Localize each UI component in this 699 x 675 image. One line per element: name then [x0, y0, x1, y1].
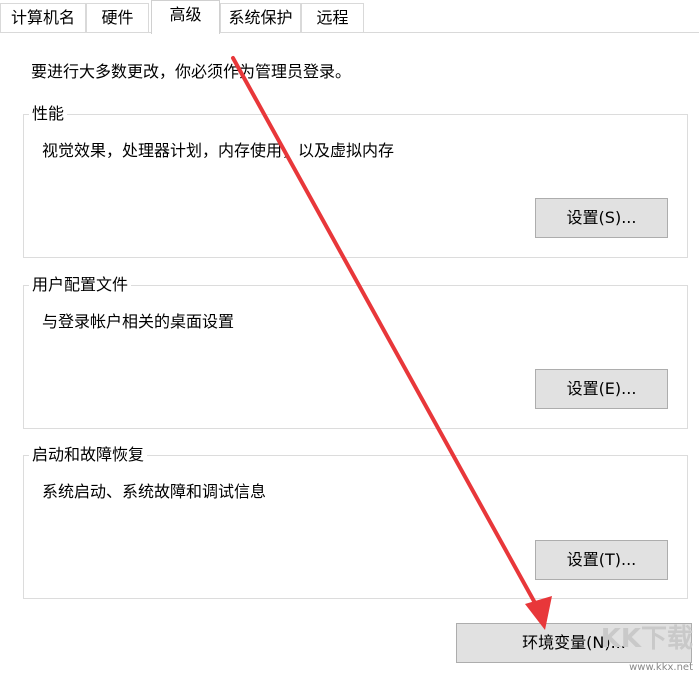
tab-system-protection[interactable]: 系统保护 [220, 3, 301, 32]
user-profiles-settings-button[interactable]: 设置(E)... [535, 369, 668, 409]
performance-description: 视觉效果，处理器计划，内存使用，以及虚拟内存 [42, 141, 395, 160]
tab-hardware[interactable]: 硬件 [86, 3, 149, 32]
startup-recovery-group-title: 启动和故障恢复 [29, 444, 148, 466]
startup-recovery-description: 系统启动、系统故障和调试信息 [42, 482, 267, 501]
performance-settings-button[interactable]: 设置(S)... [535, 198, 668, 238]
admin-notice: 要进行大多数更改，你必须作为管理员登录。 [31, 62, 352, 81]
performance-group: 性能 视觉效果，处理器计划，内存使用，以及虚拟内存 设置(S)... [23, 103, 688, 258]
watermark-url: www.kkx.net [629, 662, 693, 673]
tab-advanced[interactable]: 高级 [151, 0, 220, 34]
user-profiles-group: 用户配置文件 与登录帐户相关的桌面设置 设置(E)... [23, 274, 688, 429]
tab-computer-name[interactable]: 计算机名 [0, 3, 86, 32]
tab-remote[interactable]: 远程 [301, 3, 364, 32]
user-profiles-group-title: 用户配置文件 [29, 274, 132, 296]
performance-group-title: 性能 [29, 103, 68, 125]
user-profiles-description: 与登录帐户相关的桌面设置 [42, 312, 235, 331]
advanced-tab-panel: 要进行大多数更改，你必须作为管理员登录。 性能 视觉效果，处理器计划，内存使用，… [0, 33, 699, 675]
startup-recovery-settings-button[interactable]: 设置(T)... [535, 540, 668, 580]
tab-strip: 计算机名 硬件 高级 系统保护 远程 [0, 0, 699, 34]
startup-recovery-group: 启动和故障恢复 系统启动、系统故障和调试信息 设置(T)... [23, 444, 688, 599]
watermark-logo: KK下载 [600, 624, 693, 654]
